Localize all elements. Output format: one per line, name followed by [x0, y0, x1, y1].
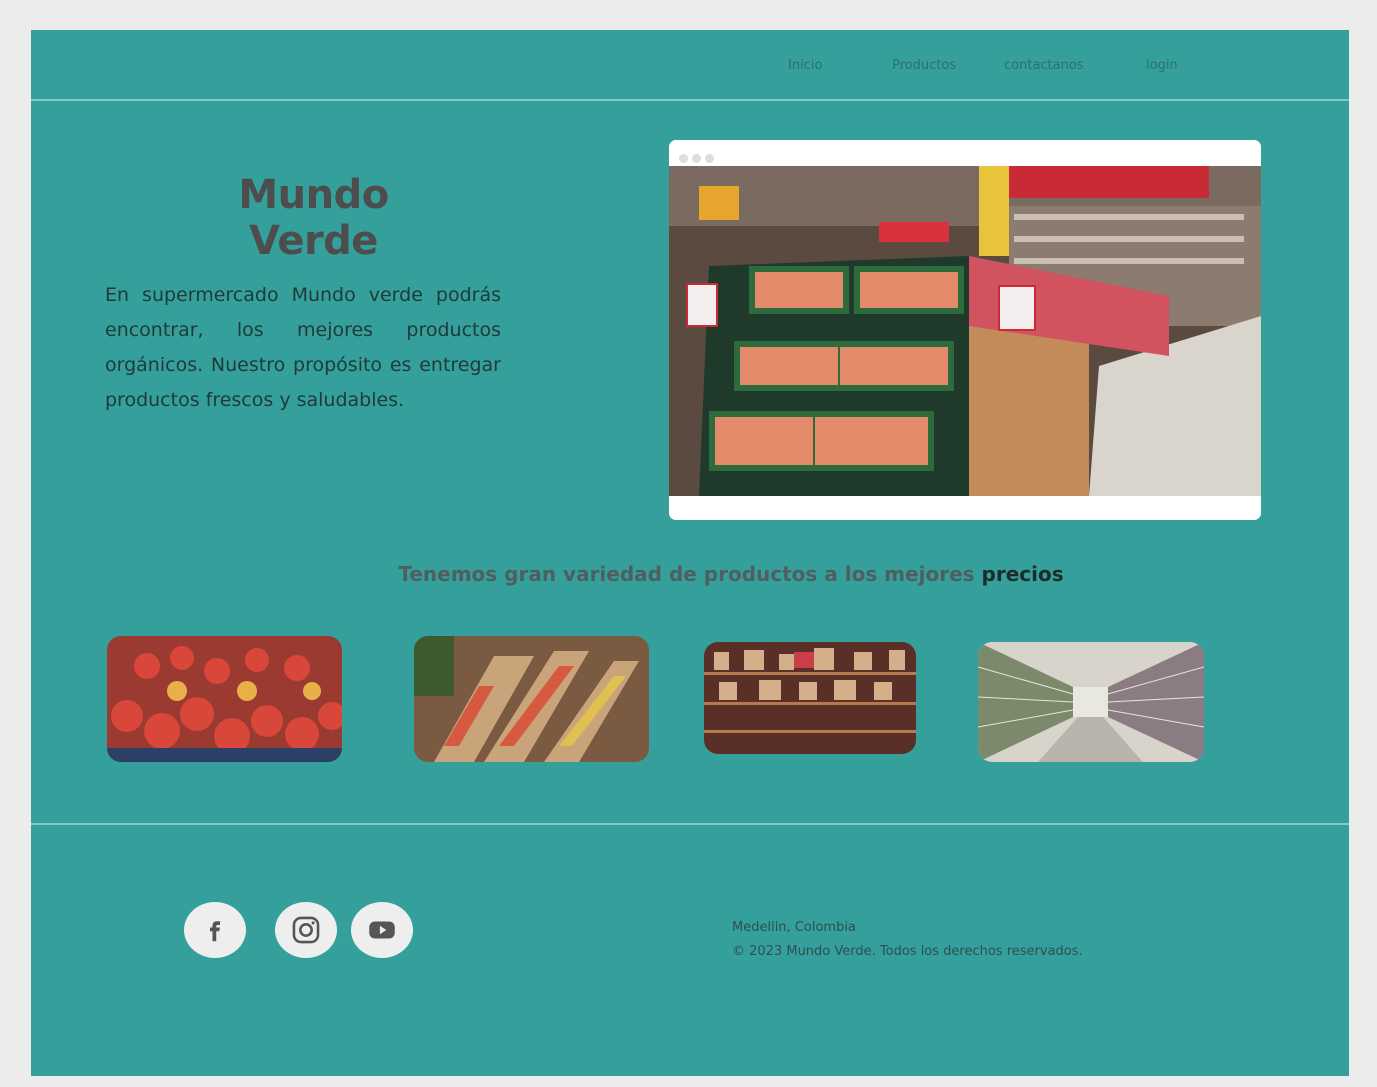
- nav-item-login[interactable]: login: [1146, 58, 1178, 73]
- nav-item-inicio[interactable]: Inicio: [788, 58, 822, 73]
- hero-browser-frame: [669, 140, 1261, 520]
- store-shelves-image: [704, 642, 916, 754]
- footer-divider: [31, 823, 1349, 825]
- page-title: Mundo Verde: [238, 172, 389, 264]
- supermarket-aisle-image: [978, 642, 1204, 762]
- youtube-icon: [369, 921, 395, 939]
- supermarket-produce-image: [669, 166, 1261, 496]
- subtitle-emphasis: precios: [981, 562, 1064, 586]
- instagram-link[interactable]: [275, 902, 337, 958]
- intro-paragraph: En supermercado Mundo verde podrás encon…: [105, 284, 501, 411]
- facebook-icon: [210, 921, 220, 942]
- footer-location: Medellin, Colombia: [732, 920, 856, 935]
- nav-item-contactanos[interactable]: contactanos: [1004, 58, 1084, 73]
- youtube-link[interactable]: [351, 902, 413, 958]
- footer-copyright: © 2023 Mundo Verde. Todos los derechos r…: [732, 944, 1083, 959]
- top-nav: Inicio Productos contactanos login: [31, 30, 1349, 100]
- tomatoes-image: [107, 636, 342, 762]
- instagram-icon: [292, 916, 320, 944]
- nav-item-productos[interactable]: Productos: [892, 58, 956, 73]
- page: Inicio Productos contactanos login Mundo…: [31, 30, 1349, 1076]
- market-aerial-image: [414, 636, 649, 762]
- products-subtitle: Tenemos gran variedad de productos a los…: [31, 562, 1349, 586]
- subtitle-text: Tenemos gran variedad de productos a los…: [398, 562, 975, 586]
- facebook-link[interactable]: [184, 902, 246, 958]
- header-divider: [31, 99, 1349, 101]
